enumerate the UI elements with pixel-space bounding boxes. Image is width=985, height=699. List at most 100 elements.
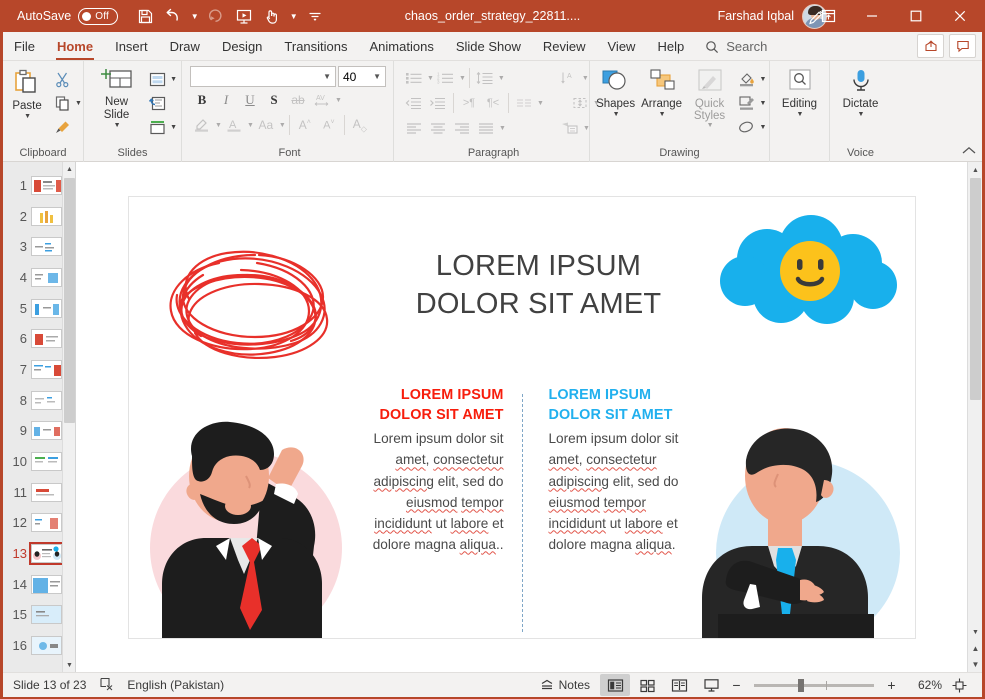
font-name-input[interactable]: ▼: [190, 66, 336, 87]
thumbnail-image[interactable]: [31, 513, 62, 533]
font-size-dropdown-icon[interactable]: ▼: [373, 72, 381, 81]
thumbnail-image[interactable]: [31, 298, 62, 318]
convert-smartart-icon[interactable]: [558, 116, 582, 140]
tab-transitions[interactable]: Transitions: [273, 33, 358, 60]
customize-qat-icon[interactable]: [302, 4, 328, 28]
blue-cloud-smiley-graphic[interactable]: [715, 214, 905, 335]
clear-formatting-icon[interactable]: A◇: [348, 113, 372, 137]
tab-file[interactable]: File: [3, 33, 46, 60]
copy-icon[interactable]: [50, 91, 74, 115]
quick-styles-button[interactable]: Quick Styles ▼: [685, 66, 735, 131]
slide-show-button[interactable]: [696, 674, 726, 696]
scroll-thumb[interactable]: [970, 178, 981, 400]
minimize-button[interactable]: [850, 0, 894, 32]
redo-icon[interactable]: [203, 4, 229, 28]
text-direction-dropdown-icon[interactable]: ▼: [582, 75, 589, 82]
italic-icon[interactable]: I: [214, 88, 238, 112]
strikethrough-icon[interactable]: ab: [286, 88, 310, 112]
next-slide-button[interactable]: ▼: [968, 656, 983, 672]
zoom-out-button[interactable]: −: [728, 677, 745, 693]
reset-icon[interactable]: [145, 91, 169, 115]
align-right-icon[interactable]: [450, 116, 474, 140]
arrange-button[interactable]: Arrange ▼: [639, 66, 685, 120]
tab-view[interactable]: View: [597, 33, 647, 60]
character-spacing-icon[interactable]: AV: [310, 88, 334, 112]
paste-dropdown-icon[interactable]: ▼: [24, 113, 31, 120]
confident-man-illustration[interactable]: [690, 388, 905, 638]
bold-icon[interactable]: B: [190, 88, 214, 112]
autosave-toggle[interactable]: AutoSave Off: [17, 7, 119, 25]
tab-home[interactable]: Home: [46, 33, 104, 60]
slide-vertical-scrollbar[interactable]: ▲ ▼ ▲ ▼: [967, 162, 982, 672]
arrange-dropdown-icon[interactable]: ▼: [659, 111, 666, 118]
start-presentation-icon[interactable]: [231, 4, 257, 28]
shape-effects-icon[interactable]: [735, 115, 759, 139]
format-painter-icon[interactable]: [50, 115, 74, 139]
thumbnail-image[interactable]: [31, 482, 62, 502]
thumbnail-scroll-down-icon[interactable]: ▼: [63, 658, 75, 672]
scroll-down-icon[interactable]: ▼: [968, 624, 983, 640]
thumbnail-image[interactable]: [31, 206, 62, 226]
maximize-button[interactable]: [894, 0, 938, 32]
shape-outline-dropdown-icon[interactable]: ▼: [760, 100, 767, 107]
layout-icon[interactable]: [145, 67, 169, 91]
dictate-button[interactable]: Dictate ▼: [838, 66, 884, 120]
text-highlight-icon[interactable]: [190, 113, 214, 137]
search-input[interactable]: Search: [705, 33, 767, 60]
shape-fill-icon[interactable]: [735, 67, 759, 91]
bullets-icon[interactable]: [402, 66, 426, 90]
tab-slide-show[interactable]: Slide Show: [445, 33, 532, 60]
thumbnail-image[interactable]: [31, 605, 62, 625]
section-dropdown-icon[interactable]: ▼: [170, 124, 177, 131]
align-left-icon[interactable]: [402, 116, 426, 140]
zoom-level[interactable]: 62%: [906, 678, 942, 692]
copy-dropdown-icon[interactable]: ▼: [75, 100, 82, 107]
left-text-block[interactable]: LOREM IPSUM DOLOR SIT AMET Lorem ipsum d…: [349, 385, 504, 555]
zoom-slider[interactable]: [754, 678, 874, 692]
cut-icon[interactable]: [50, 67, 74, 91]
zoom-slider-thumb[interactable]: [798, 678, 804, 692]
right-text-block[interactable]: LOREM IPSUM DOLOR SIT AMET Lorem ipsum d…: [549, 385, 704, 555]
shapes-dropdown-icon[interactable]: ▼: [613, 111, 620, 118]
shape-fill-dropdown-icon[interactable]: ▼: [760, 76, 767, 83]
language-indicator[interactable]: English (Pakistan): [127, 678, 224, 692]
thumbnail-image[interactable]: [31, 267, 62, 287]
justify-icon[interactable]: [474, 116, 498, 140]
collapse-ribbon-icon[interactable]: [962, 146, 976, 158]
new-slide-dropdown-icon[interactable]: ▼: [114, 122, 121, 129]
increase-indent-icon[interactable]: [426, 91, 450, 115]
thumbnail-image[interactable]: [31, 574, 62, 594]
new-slide-button[interactable]: New Slide ▼: [88, 66, 145, 131]
bullets-dropdown-icon[interactable]: ▼: [427, 75, 434, 82]
zoom-in-button[interactable]: +: [883, 677, 900, 693]
thumbnail-image[interactable]: [31, 452, 62, 472]
editing-dropdown-icon[interactable]: ▼: [797, 111, 804, 118]
dictate-dropdown-icon[interactable]: ▼: [858, 111, 865, 118]
section-icon[interactable]: [145, 115, 169, 139]
scroll-up-icon[interactable]: ▲: [968, 162, 983, 178]
tab-review[interactable]: Review: [532, 33, 597, 60]
fit-slide-to-window-button[interactable]: [944, 674, 974, 696]
increase-font-size-icon[interactable]: A˄: [293, 113, 317, 137]
slide-canvas-area[interactable]: LOREM IPSUM DOLOR SIT AMET LOREM IPSUM D…: [76, 162, 967, 672]
quick-styles-dropdown-icon[interactable]: ▼: [707, 122, 714, 129]
thumbnail-image[interactable]: [29, 542, 64, 566]
character-spacing-dropdown-icon[interactable]: ▼: [335, 97, 342, 104]
font-color-dropdown-icon[interactable]: ▼: [247, 122, 254, 129]
font-color-icon[interactable]: A: [222, 113, 246, 137]
confused-man-illustration[interactable]: [134, 388, 364, 638]
close-button[interactable]: [938, 0, 982, 32]
shape-effects-dropdown-icon[interactable]: ▼: [760, 124, 767, 131]
numbering-icon[interactable]: 123: [434, 66, 458, 90]
tab-draw[interactable]: Draw: [159, 33, 211, 60]
touch-mode-icon[interactable]: [259, 4, 285, 28]
paste-button[interactable]: Paste ▼: [4, 66, 50, 122]
underline-icon[interactable]: U: [238, 88, 262, 112]
thumbnail-image[interactable]: [31, 329, 62, 349]
line-spacing-icon[interactable]: [473, 66, 497, 90]
touch-mode-dropdown-icon[interactable]: ▼: [287, 4, 300, 28]
comments-button[interactable]: [949, 34, 976, 58]
shape-outline-icon[interactable]: [735, 91, 759, 115]
thumbnail-scroll-thumb[interactable]: [64, 178, 75, 423]
text-shadow-icon[interactable]: S: [262, 88, 286, 112]
